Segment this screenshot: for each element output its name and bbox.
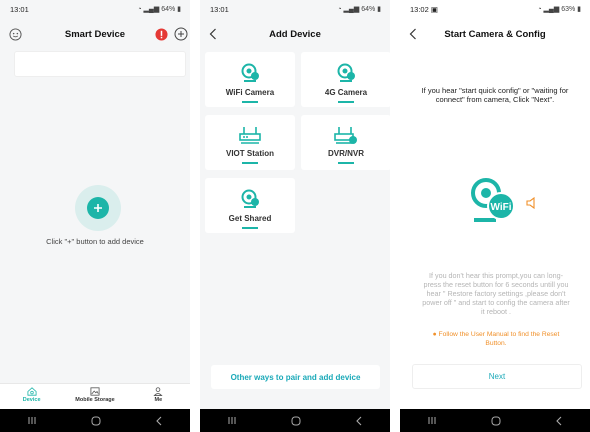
wifi-badge: WiFi: [490, 202, 511, 213]
system-nav-bar: [0, 409, 190, 432]
signal-icon: ◔ ▂▄▆: [337, 6, 362, 13]
header: Add Device: [200, 22, 390, 46]
recents-icon[interactable]: [227, 416, 237, 425]
plus-icon: [94, 204, 102, 212]
status-bar: 13:02 ▣ ◔ ▂▄▆ 63% ▮: [400, 0, 590, 18]
card-label: Get Shared: [228, 214, 272, 223]
tab-bar: Device Mobile Storage Me: [0, 383, 190, 409]
back-arrow-icon[interactable]: [204, 25, 222, 43]
wifi-camera-icon: [241, 63, 259, 82]
header: Smart Device: [0, 22, 190, 46]
signal-icon: ◔ ▂▄▆: [537, 6, 562, 13]
page-title: Smart Device: [64, 28, 126, 40]
home-icon: [27, 387, 37, 396]
back-icon[interactable]: [555, 416, 563, 426]
alert-icon[interactable]: [152, 25, 170, 43]
system-nav-bar: [400, 409, 590, 432]
wifi-camera-icon: WiFi: [471, 178, 515, 222]
reset-help-text: If you don't hear this prompt,you can lo…: [422, 271, 570, 316]
status-battery: ◔ ▂▄▆ 63% ▮: [537, 6, 581, 13]
status-battery: ◔ ▂▄▆ 64% ▮: [337, 6, 381, 13]
card-underline: [242, 101, 258, 103]
tab-label: Me: [154, 397, 163, 403]
back-arrow-icon[interactable]: [404, 25, 422, 43]
status-battery: ◔ ▂▄▆ 64% ▮: [137, 6, 181, 13]
shared-camera-icon: [241, 189, 259, 208]
add-device-halo: [75, 185, 121, 231]
tab-label: Device: [22, 397, 41, 403]
card-underline: [338, 162, 354, 164]
wifi-camera-card[interactable]: WiFi Camera: [205, 52, 295, 107]
speaker-icon: [526, 197, 535, 209]
smiley-icon[interactable]: [6, 25, 24, 43]
start-camera-screen: 13:02 ▣ ◔ ▂▄▆ 63% ▮ Start Camera & Confi…: [400, 0, 590, 432]
add-device-button[interactable]: [87, 197, 109, 219]
tab-device[interactable]: Device: [2, 387, 62, 403]
status-time: 13:02 ▣: [410, 4, 438, 14]
card-underline: [242, 227, 258, 229]
other-ways-button[interactable]: Other ways to pair and add device: [211, 365, 380, 389]
tab-mobile-storage[interactable]: Mobile Storage: [65, 387, 125, 403]
card-label: WiFi Camera: [225, 88, 275, 97]
tab-me[interactable]: Me: [128, 387, 188, 403]
system-nav-bar: [200, 409, 390, 432]
card-underline: [242, 162, 258, 164]
add-device-screen: 13:01 ◔ ▂▄▆ 64% ▮ Add Device WiFi Camera…: [200, 0, 390, 432]
get-shared-card[interactable]: Get Shared: [205, 178, 295, 233]
dvr-nvr-card[interactable]: DVR/NVR: [301, 115, 390, 170]
dvr-icon: [334, 127, 357, 144]
router-icon: [239, 127, 261, 144]
next-button[interactable]: Next: [412, 364, 582, 389]
home-button-icon[interactable]: [291, 416, 301, 426]
recents-icon[interactable]: [27, 416, 37, 425]
4g-camera-card[interactable]: 4G Camera: [301, 52, 390, 107]
home-button-icon[interactable]: [91, 416, 101, 426]
back-icon[interactable]: [355, 416, 363, 426]
smart-device-screen: 13:01 ◔ ▂▄▆ 64% ▮ Smart Device Click "+"…: [0, 0, 190, 432]
manual-link[interactable]: ● Follow the User Manual to find the Res…: [422, 331, 570, 348]
card-label: VIOT Station: [226, 149, 274, 158]
tab-label: Mobile Storage: [75, 397, 115, 403]
card-label: DVR/NVR: [327, 149, 364, 158]
header: Start Camera & Config: [400, 22, 590, 46]
person-icon: [153, 387, 163, 396]
empty-hint: Click "+" button to add device: [46, 237, 144, 246]
add-circle-icon[interactable]: [172, 25, 190, 43]
card-underline: [338, 101, 354, 103]
card-label: 4G Camera: [324, 88, 368, 97]
gallery-icon: [90, 387, 100, 396]
search-box[interactable]: [14, 51, 186, 77]
page-title: Add Device: [269, 28, 321, 40]
status-time: 13:01: [210, 4, 229, 14]
home-button-icon[interactable]: [491, 416, 501, 426]
viot-station-card[interactable]: VIOT Station: [205, 115, 295, 170]
notification-icon: ▣: [430, 4, 438, 14]
back-icon[interactable]: [155, 416, 163, 426]
status-bar: 13:01 ◔ ▂▄▆ 64% ▮: [200, 0, 390, 18]
signal-icon: ◔ ▂▄▆: [137, 6, 162, 13]
instruction-text: If you hear "start quick config" or "wai…: [421, 86, 569, 105]
recents-icon[interactable]: [427, 416, 437, 425]
status-time: 13:01: [10, 4, 29, 14]
page-title: Start Camera & Config: [444, 28, 546, 40]
4g-camera-icon: [337, 63, 355, 82]
status-bar: 13:01 ◔ ▂▄▆ 64% ▮: [0, 0, 190, 18]
